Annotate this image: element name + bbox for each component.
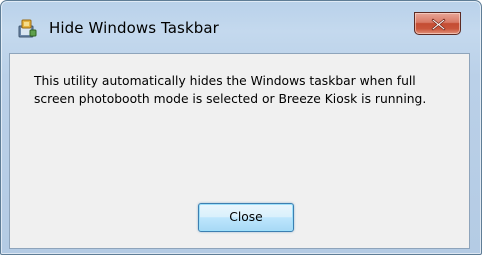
dialog-window: Hide Windows Taskbar This utility automa… bbox=[0, 0, 482, 255]
app-icon bbox=[18, 18, 37, 38]
window-close-button[interactable] bbox=[414, 12, 461, 35]
title-bar[interactable]: Hide Windows Taskbar bbox=[1, 1, 481, 53]
close-icon bbox=[431, 18, 446, 31]
close-button[interactable]: Close bbox=[198, 203, 294, 232]
dialog-content: This utility automatically hides the Win… bbox=[9, 53, 470, 249]
window-title: Hide Windows Taskbar bbox=[49, 19, 219, 37]
info-message: This utility automatically hides the Win… bbox=[34, 74, 427, 106]
